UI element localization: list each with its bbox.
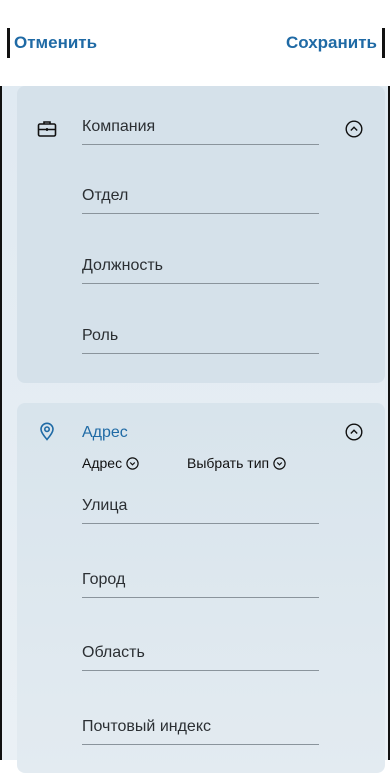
address-title-label: Адрес xyxy=(82,424,128,441)
department-placeholder: Отдел xyxy=(82,187,129,204)
role-placeholder: Роль xyxy=(82,327,119,344)
company-field[interactable]: Компания xyxy=(82,114,319,145)
company-placeholder: Компания xyxy=(82,118,156,135)
cancel-button[interactable]: Отменить xyxy=(14,33,97,53)
address-title: Адрес xyxy=(82,420,319,450)
region-field[interactable]: Область xyxy=(82,640,319,671)
position-field[interactable]: Должность xyxy=(82,253,319,284)
choose-type-label: Выбрать тип xyxy=(187,455,270,471)
collapse-company-icon[interactable] xyxy=(345,120,363,138)
save-button[interactable]: Сохранить xyxy=(286,33,377,53)
choose-type-dropdown[interactable]: Выбрать тип xyxy=(187,455,286,471)
address-type-dropdown[interactable]: Адрес xyxy=(82,455,139,471)
header-edge-left xyxy=(7,28,10,58)
street-field[interactable]: Улица xyxy=(82,493,319,524)
address-section: Адрес Адрес Выбрать тип Улица Город Обла… xyxy=(17,403,385,773)
chevron-down-icon xyxy=(126,456,139,470)
city-placeholder: Город xyxy=(82,571,126,588)
postal-code-field[interactable]: Почтовый индекс xyxy=(82,714,319,745)
region-placeholder: Область xyxy=(82,644,145,661)
briefcase-icon xyxy=(37,121,57,137)
header-edge-right xyxy=(382,28,385,58)
window-edge-left xyxy=(0,0,2,760)
chevron-down-icon xyxy=(273,456,286,470)
role-field[interactable]: Роль xyxy=(82,323,319,354)
street-placeholder: Улица xyxy=(82,497,128,514)
city-field[interactable]: Город xyxy=(82,567,319,598)
postal-code-placeholder: Почтовый индекс xyxy=(82,718,211,735)
position-placeholder: Должность xyxy=(82,257,163,274)
collapse-address-icon[interactable] xyxy=(345,423,363,441)
department-field[interactable]: Отдел xyxy=(82,183,319,214)
address-type-label: Адрес xyxy=(82,455,123,471)
location-pin-icon xyxy=(40,422,54,441)
header-bar: Отменить Сохранить xyxy=(0,0,390,86)
company-section: Компания Отдел Должность Роль xyxy=(17,86,385,383)
